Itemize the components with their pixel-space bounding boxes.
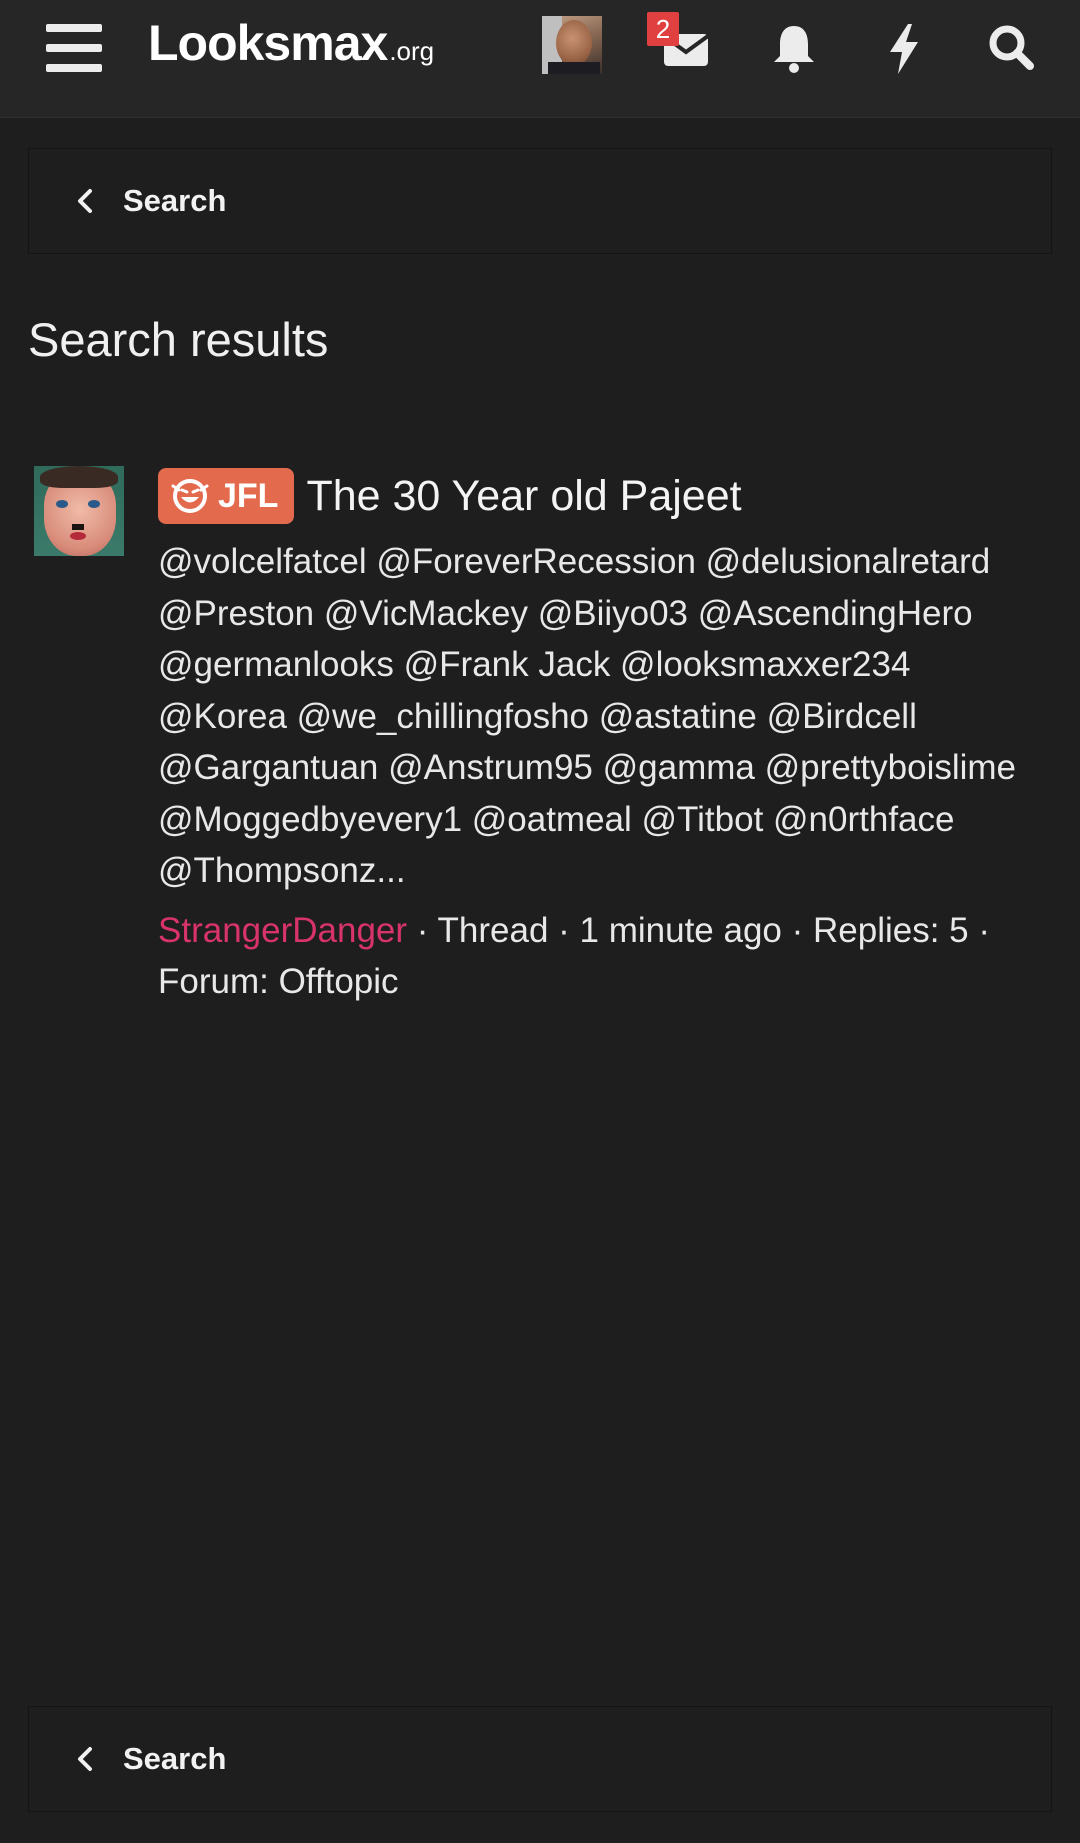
logo-text: Looksmax	[148, 15, 388, 71]
search-icon	[989, 25, 1034, 70]
logo-suffix: .org	[389, 36, 435, 66]
site-logo[interactable]: Looksmax .org	[148, 14, 434, 84]
prefix-label: JFL	[218, 476, 279, 515]
laughing-emoji-icon	[171, 479, 209, 513]
result-body: JFL The 30 Year old Pajeet @volcelfatcel…	[158, 466, 1078, 1008]
thread-title-link[interactable]: The 30 Year old Pajeet	[306, 472, 741, 521]
user-avatar[interactable]	[542, 16, 602, 74]
author-avatar[interactable]	[34, 466, 124, 556]
snippet-line: @Korea @we_chillingfosho @astatine @Bird…	[158, 696, 917, 736]
meta-info: · Thread · 1 minute ago · Replies: 5 ·	[407, 910, 990, 950]
search-button[interactable]	[982, 18, 1042, 78]
inbox-count-badge: 2	[647, 12, 679, 46]
breadcrumb-bottom[interactable]: Search	[28, 1706, 1052, 1812]
snippet-line: @Thompsonz...	[158, 851, 406, 890]
snippet-line: @Preston @VicMackey @Biiyo03 @AscendingH…	[158, 593, 973, 633]
menu-icon[interactable]	[46, 24, 102, 72]
result-meta: StrangerDanger · Thread · 1 minute ago ·…	[158, 905, 1068, 1008]
bolt-icon	[890, 24, 918, 74]
forum-info[interactable]: Forum: Offtopic	[158, 956, 1068, 1008]
snippet-line: @Gargantuan @Anstrum95 @gamma @prettyboi…	[158, 748, 1017, 787]
snippet-line: @Moggedbyevery1 @oatmeal @Titbot @n0rthf…	[158, 799, 955, 839]
breadcrumb[interactable]: Search	[28, 148, 1052, 254]
alerts-button[interactable]	[764, 18, 824, 78]
chevron-left-icon	[78, 1747, 92, 1771]
whats-new-button[interactable]	[874, 18, 934, 78]
result-snippet: @volcelfatcel @ForeverRecession @delusio…	[158, 536, 1068, 897]
snippet-line: @germanlooks @Frank Jack @looksmaxxer234	[158, 645, 911, 684]
snippet-line: @volcelfatcel @ForeverRecession @delusio…	[158, 542, 991, 581]
breadcrumb-label: Search	[123, 183, 227, 218]
chevron-left-icon	[78, 189, 92, 213]
thread-prefix-badge[interactable]: JFL	[158, 468, 295, 524]
author-link[interactable]: StrangerDanger	[158, 911, 407, 950]
page-title: Search results	[28, 313, 329, 366]
breadcrumb-label: Search	[123, 1741, 227, 1776]
bell-icon	[774, 26, 814, 73]
top-navigation-bar: Looksmax .org 2	[0, 0, 1080, 118]
